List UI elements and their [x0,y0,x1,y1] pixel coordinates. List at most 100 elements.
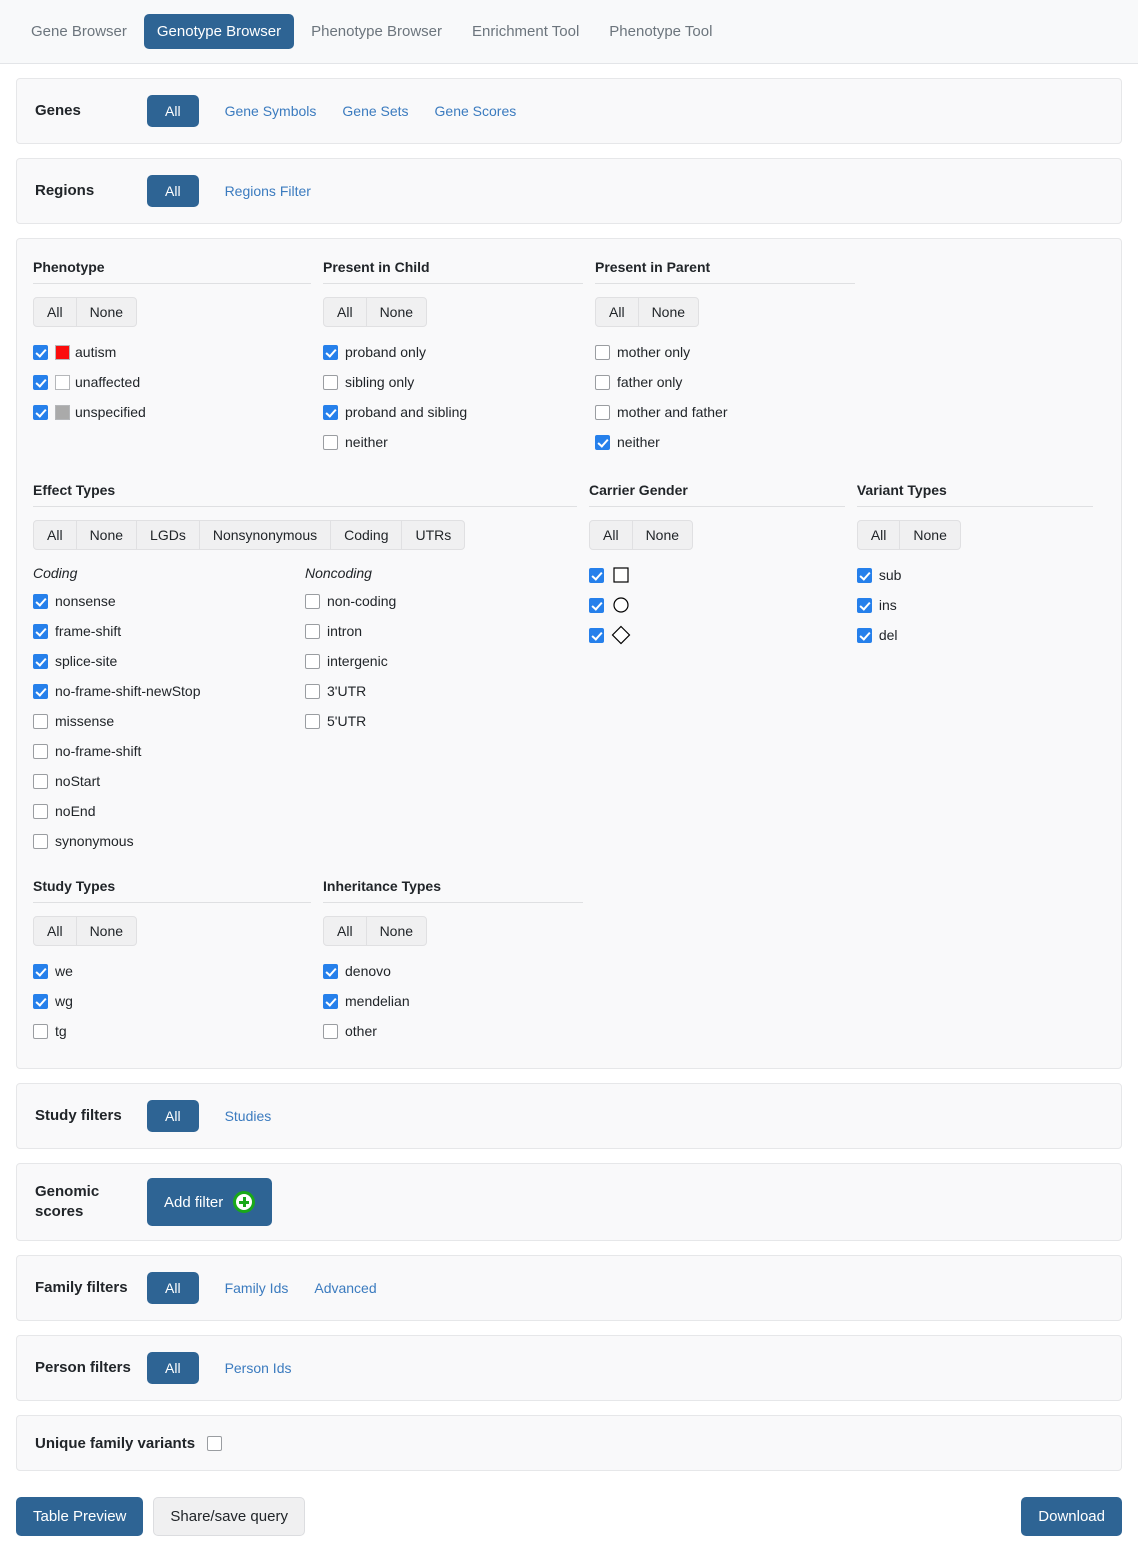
person-filters-all-button[interactable]: All [147,1352,199,1384]
family-filters-link-family-ids[interactable]: Family Ids [225,1280,289,1296]
present-in-parent-checkbox-mother-and-father[interactable] [595,404,610,420]
checkbox-row[interactable]: frame-shift [33,616,305,646]
carrier-gender-checkbox-square[interactable] [589,567,604,583]
checkbox-row[interactable] [589,620,845,650]
genes-link-gene-sets[interactable]: Gene Sets [342,103,408,119]
study-types-none-button[interactable]: None [75,916,138,946]
variant-types-checkbox-sub[interactable] [856,567,872,583]
coding-checkbox-synonymous[interactable] [33,833,48,849]
coding-checkbox-splice-site[interactable] [33,653,48,669]
present-in-child-checkbox-proband-and-sibling[interactable] [323,404,338,420]
present-in-child-checkbox-neither[interactable] [323,434,338,450]
inheritance-types-checkbox-mendelian[interactable] [323,993,338,1009]
coding-checkbox-no-frame-shift-newstop[interactable] [33,683,48,699]
checkbox-row[interactable]: wg [33,986,311,1016]
checkbox-row[interactable] [589,560,845,590]
coding-checkbox-missense[interactable] [33,713,48,729]
share-save-query-button[interactable]: Share/save query [153,1497,305,1536]
checkbox-row[interactable]: intergenic [305,646,577,676]
present-in-parent-checkbox-father-only[interactable] [595,374,610,390]
tab-phenotype-tool[interactable]: Phenotype Tool [596,14,725,49]
checkbox-row[interactable] [589,590,845,620]
effect-types-none-button[interactable]: None [75,520,138,550]
checkbox-row[interactable]: proband only [323,337,583,367]
carrier-gender-checkbox-circle[interactable] [589,597,604,613]
coding-checkbox-nonsense[interactable] [33,593,48,609]
checkbox-row[interactable]: ins [856,590,1093,620]
checkbox-row[interactable]: noEnd [33,796,305,826]
checkbox-row[interactable]: proband and sibling [323,397,583,427]
present-in-parent-checkbox-mother-only[interactable] [595,344,610,360]
checkbox-row[interactable]: mother and father [595,397,855,427]
study-filters-all-button[interactable]: All [147,1100,199,1132]
coding-checkbox-noend[interactable] [33,803,48,819]
checkbox-row[interactable]: mendelian [323,986,583,1016]
inheritance-types-checkbox-other[interactable] [323,1023,338,1039]
checkbox-row[interactable]: unaffected [33,367,311,397]
checkbox-row[interactable]: neither [595,427,855,457]
present-in-child-none-button[interactable]: None [365,297,428,327]
present-in-child-checkbox-sibling-only[interactable] [323,374,338,390]
present-in-child-all-button[interactable]: All [323,297,367,327]
download-button[interactable]: Download [1021,1497,1122,1536]
checkbox-row[interactable]: nonsense [33,586,305,616]
checkbox-row[interactable]: missense [33,706,305,736]
checkbox-row[interactable]: 5'UTR [305,706,577,736]
noncoding-checkbox-3-utr[interactable] [305,683,320,699]
table-preview-button[interactable]: Table Preview [16,1497,144,1536]
variant-types-checkbox-ins[interactable] [856,597,872,613]
genes-link-gene-symbols[interactable]: Gene Symbols [225,103,317,119]
family-filters-link-advanced[interactable]: Advanced [314,1280,376,1296]
effect-types-lgds-button[interactable]: LGDs [136,520,200,550]
noncoding-checkbox-non-coding[interactable] [305,593,320,609]
effect-types-all-button[interactable]: All [33,520,77,550]
present-in-parent-none-button[interactable]: None [637,297,700,327]
checkbox-row[interactable]: mother only [595,337,855,367]
noncoding-checkbox-intron[interactable] [305,623,320,639]
checkbox-row[interactable]: denovo [323,956,583,986]
add-filter-button[interactable]: Add filter [147,1178,273,1226]
unique-family-variants-checkbox[interactable] [207,1435,223,1451]
checkbox-row[interactable]: sub [856,560,1093,590]
variant-types-none-button[interactable]: None [899,520,961,550]
checkbox-row[interactable]: unspecified [33,397,311,427]
person-filters-link-person-ids[interactable]: Person Ids [225,1360,292,1376]
checkbox-row[interactable]: tg [33,1016,311,1046]
effect-types-nonsynonymous-button[interactable]: Nonsynonymous [198,520,332,550]
study-types-checkbox-wg[interactable] [33,993,48,1009]
regions-all-button[interactable]: All [147,175,199,207]
present-in-parent-checkbox-neither[interactable] [595,434,610,450]
genes-link-gene-scores[interactable]: Gene Scores [435,103,517,119]
checkbox-row[interactable]: neither [323,427,583,457]
effect-types-utrs-button[interactable]: UTRs [401,520,466,550]
checkbox-row[interactable]: splice-site [33,646,305,676]
study-types-checkbox-tg[interactable] [33,1023,48,1039]
checkbox-row[interactable]: 3'UTR [305,676,577,706]
checkbox-row[interactable]: we [33,956,311,986]
phenotype-checkbox-unaffected[interactable] [33,374,48,390]
tab-phenotype-browser[interactable]: Phenotype Browser [298,14,455,49]
genes-all-button[interactable]: All [147,95,199,127]
checkbox-row[interactable]: other [323,1016,583,1046]
checkbox-row[interactable]: del [856,620,1093,650]
tab-gene-browser[interactable]: Gene Browser [18,14,140,49]
family-filters-all-button[interactable]: All [147,1272,199,1304]
tab-enrichment-tool[interactable]: Enrichment Tool [459,14,592,49]
tab-genotype-browser[interactable]: Genotype Browser [143,14,295,49]
carrier-gender-checkbox-diamond[interactable] [589,627,604,643]
coding-checkbox-nostart[interactable] [33,773,48,789]
carrier-gender-none-button[interactable]: None [631,520,694,550]
coding-checkbox-no-frame-shift[interactable] [33,743,48,759]
variant-types-checkbox-del[interactable] [856,627,872,643]
checkbox-row[interactable]: no-frame-shift-newStop [33,676,305,706]
study-types-all-button[interactable]: All [33,916,77,946]
noncoding-checkbox-intergenic[interactable] [305,653,320,669]
phenotype-all-button[interactable]: All [33,297,77,327]
study-types-checkbox-we[interactable] [33,963,48,979]
present-in-parent-all-button[interactable]: All [595,297,639,327]
checkbox-row[interactable]: sibling only [323,367,583,397]
inheritance-types-all-button[interactable]: All [323,916,367,946]
checkbox-row[interactable]: synonymous [33,826,305,856]
checkbox-row[interactable]: father only [595,367,855,397]
present-in-child-checkbox-proband-only[interactable] [323,344,338,360]
